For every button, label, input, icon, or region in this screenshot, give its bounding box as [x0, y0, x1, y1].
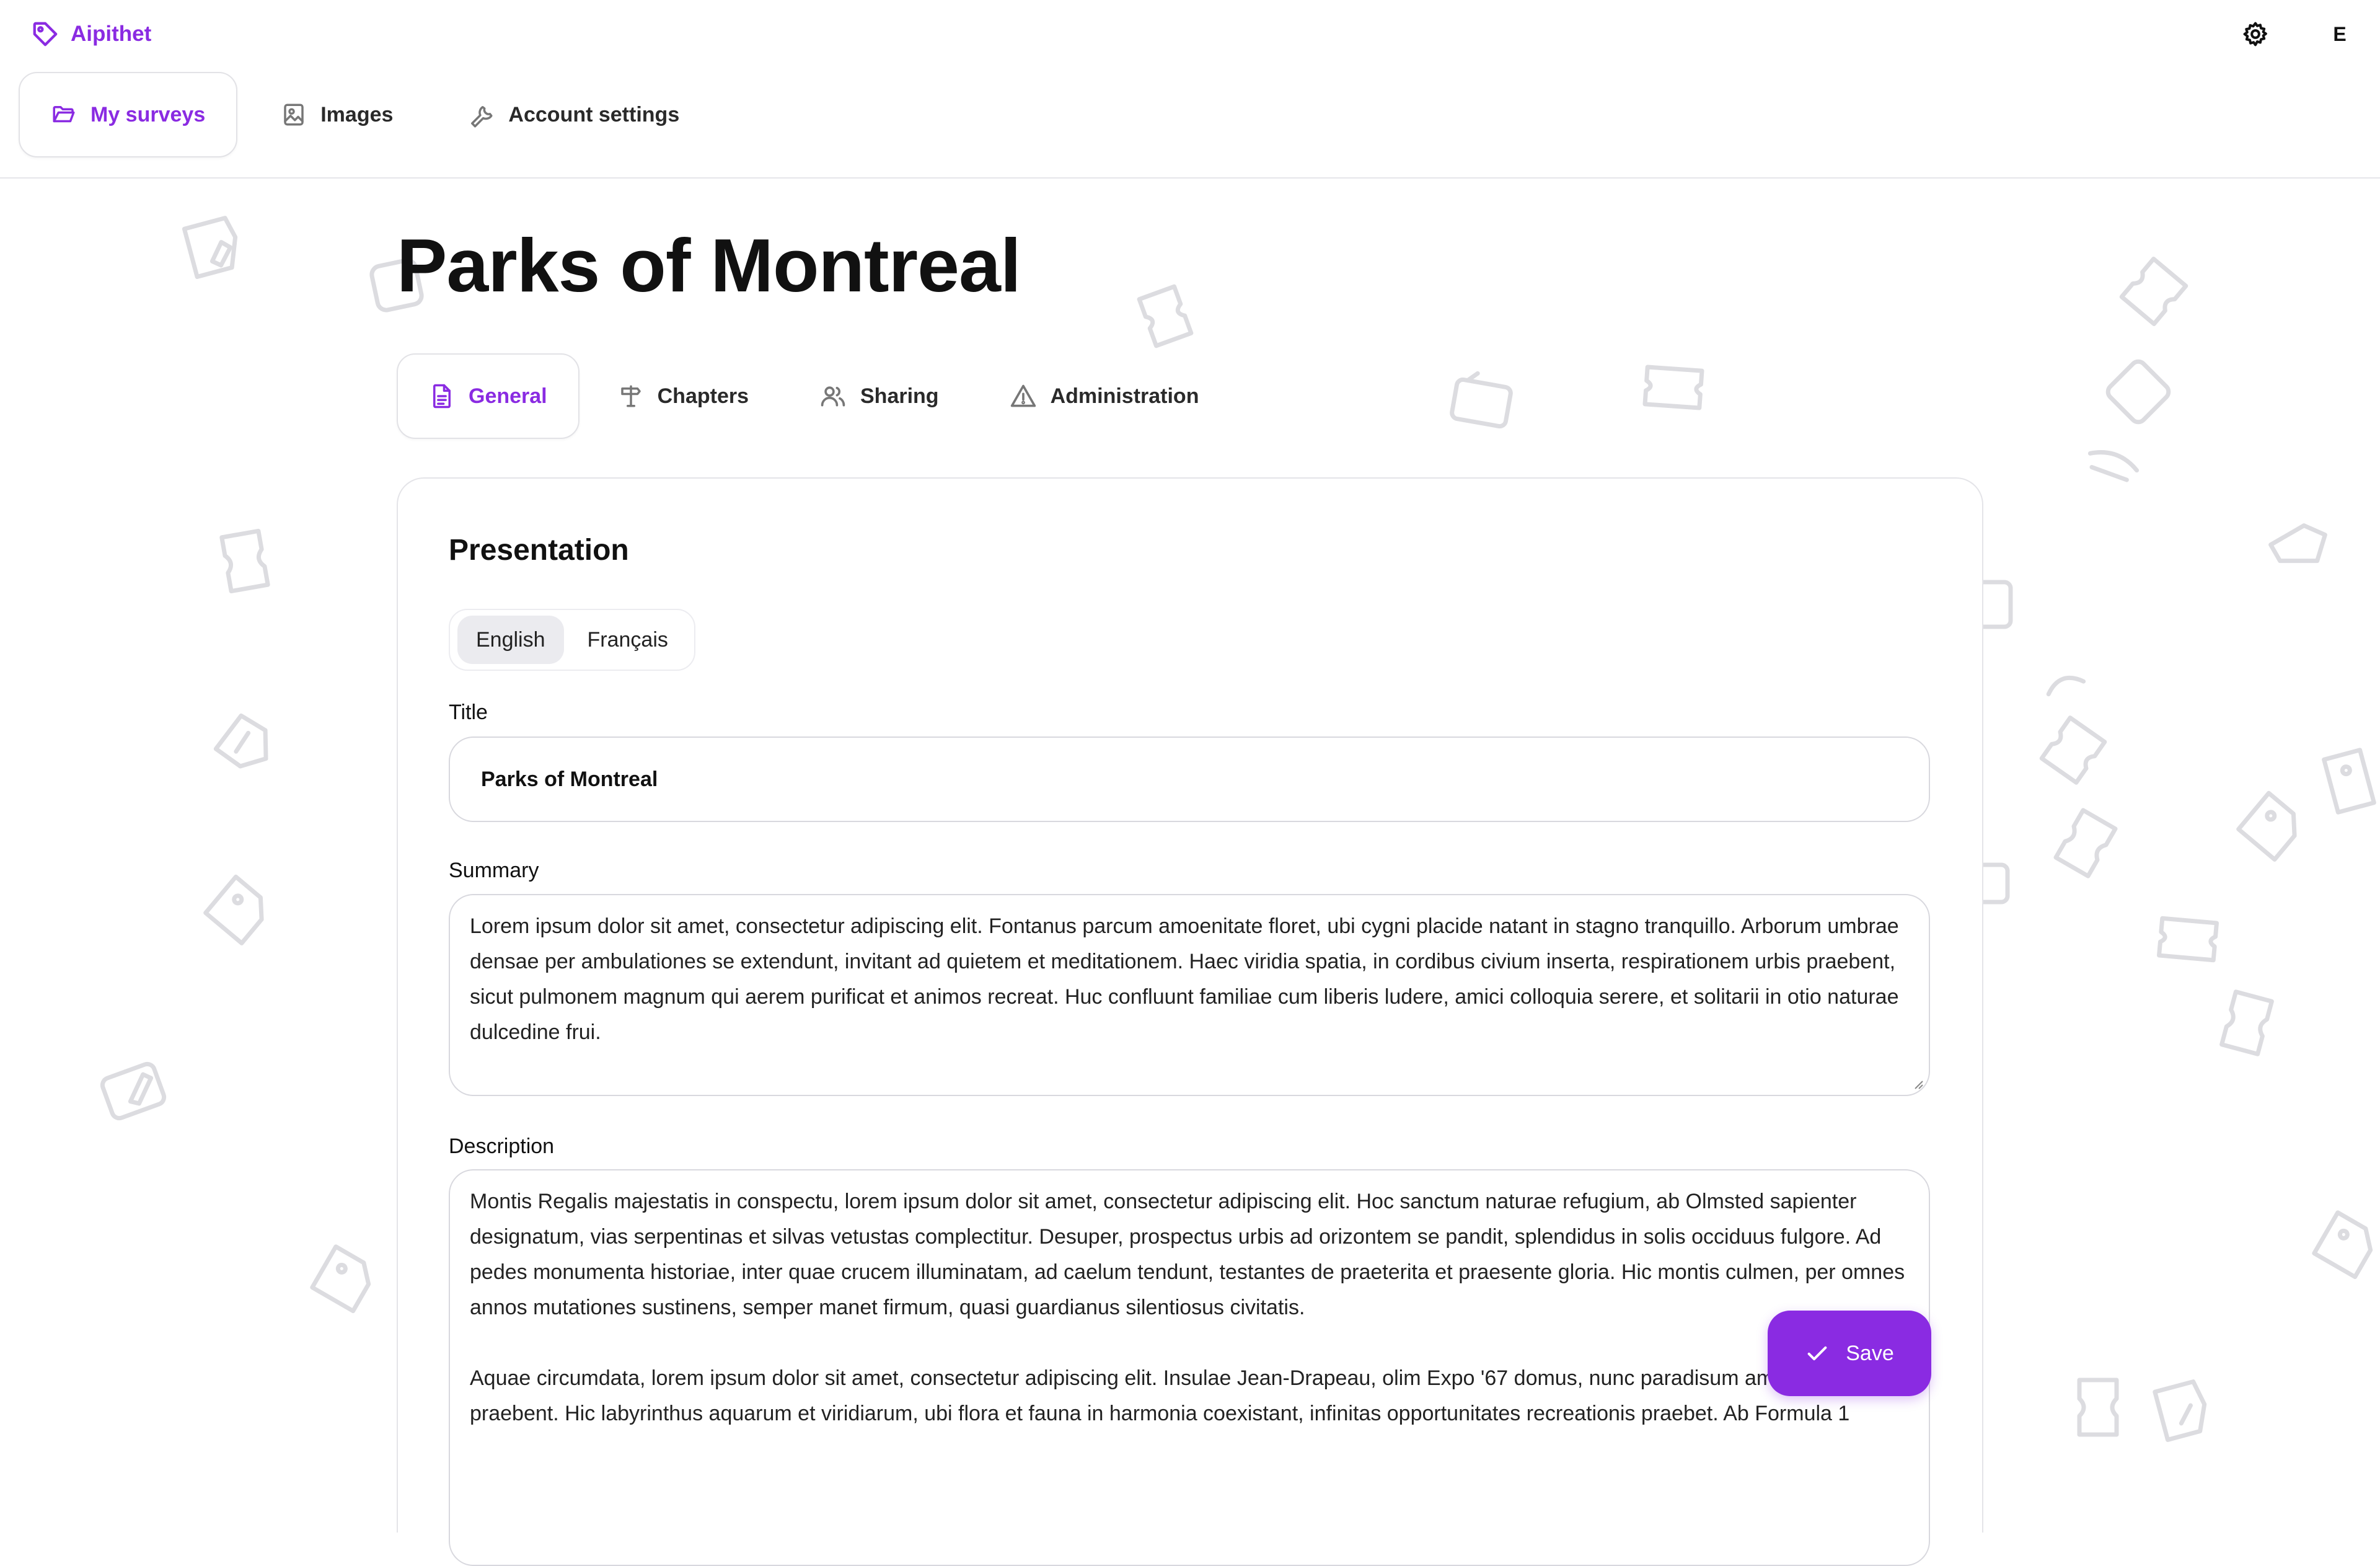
- presentation-card: Presentation English Français Title Park…: [397, 477, 1983, 1566]
- tag-icon: [31, 20, 60, 48]
- nav-account-settings[interactable]: Account settings: [436, 72, 712, 157]
- description-paragraph: Montis Regalis majestatis in conspectu, …: [470, 1190, 1905, 1319]
- user-avatar[interactable]: E: [2324, 19, 2355, 50]
- app-name: Aipithet: [71, 22, 152, 46]
- nav-images-label: Images: [320, 102, 394, 126]
- description-textarea[interactable]: Montis Regalis majestatis in conspectu, …: [449, 1169, 1930, 1566]
- doodle-icon: [2053, 808, 2118, 878]
- language-switcher: English Français: [449, 609, 695, 671]
- description-label: Description: [449, 1135, 555, 1158]
- survey-tabs: General Chapters Sharing Administration: [397, 353, 1231, 439]
- doodle-icon: [219, 528, 270, 594]
- nav-my-surveys[interactable]: My surveys: [19, 72, 238, 157]
- doodle-icon: [2077, 1378, 2119, 1437]
- tab-general-label: General: [469, 384, 547, 408]
- doodle-icon: [182, 216, 238, 280]
- doodle-icon: [2219, 989, 2274, 1056]
- check-icon: [1805, 1341, 1830, 1366]
- folder-open-icon: [51, 102, 77, 128]
- doodle-icon: [2153, 1379, 2207, 1442]
- doodle-icon: [2312, 1210, 2373, 1280]
- signpost-icon: [618, 383, 644, 409]
- top-header: Aipithet E My surveys Images Account set…: [0, 0, 2380, 179]
- doodle-icon: [213, 713, 268, 769]
- description-paragraph: Aquae circumdata, lorem ipsum dolor sit …: [470, 1366, 1853, 1425]
- tab-chapters-label: Chapters: [657, 384, 749, 408]
- resize-handle-icon[interactable]: [1911, 1077, 1924, 1090]
- gear-icon: [2242, 20, 2269, 48]
- warning-icon: [1010, 383, 1037, 410]
- summary-text: Lorem ipsum dolor sit amet, consectetur …: [470, 914, 1899, 1044]
- summary-textarea[interactable]: Lorem ipsum dolor sit amet, consectetur …: [449, 894, 1930, 1096]
- image-icon: [281, 102, 307, 128]
- doodle-icon: [2157, 916, 2219, 963]
- doodle-icon: [100, 1061, 167, 1121]
- tab-administration[interactable]: Administration: [977, 353, 1232, 439]
- section-title: Presentation: [449, 534, 629, 567]
- doodle-icon: [2087, 450, 2140, 482]
- doodle-icon: [310, 1244, 371, 1314]
- doodle-icon: [1450, 371, 1513, 429]
- doodle-icon: [2046, 675, 2086, 697]
- doodle-icon: [2039, 715, 2107, 785]
- wrench-icon: [469, 102, 495, 128]
- doodle-icon: [2105, 359, 2171, 425]
- doodle-icon: [2322, 748, 2376, 815]
- title-input[interactable]: Parks of Montreal: [449, 737, 1930, 822]
- doodle-icon: [1642, 365, 1704, 410]
- tab-sharing-label: Sharing: [860, 384, 939, 408]
- tab-administration-label: Administration: [1050, 384, 1199, 408]
- brand-logo[interactable]: Aipithet: [31, 19, 151, 50]
- doodle-icon: [2236, 790, 2297, 862]
- document-icon: [429, 383, 455, 409]
- doodle-icon: [1137, 284, 1194, 348]
- nav-my-surveys-label: My surveys: [90, 102, 206, 126]
- nav-images[interactable]: Images: [249, 72, 425, 157]
- tab-general[interactable]: General: [397, 353, 580, 439]
- tab-sharing[interactable]: Sharing: [787, 353, 971, 439]
- summary-label: Summary: [449, 859, 539, 882]
- nav-account-settings-label: Account settings: [508, 102, 680, 126]
- doodle-icon: [2119, 257, 2188, 326]
- language-english[interactable]: English: [457, 616, 564, 664]
- language-french[interactable]: Français: [569, 616, 687, 664]
- save-button[interactable]: Save: [1768, 1311, 1931, 1396]
- tab-chapters[interactable]: Chapters: [586, 353, 781, 439]
- page-title: Parks of Montreal: [397, 223, 1021, 307]
- doodle-icon: [203, 874, 264, 945]
- users-icon: [819, 383, 847, 410]
- main-navigation: My surveys Images Account settings: [19, 72, 712, 157]
- doodle-icon: [2268, 523, 2327, 564]
- save-label: Save: [1846, 1341, 1894, 1365]
- settings-button[interactable]: [2240, 19, 2271, 50]
- title-label: Title: [449, 701, 488, 724]
